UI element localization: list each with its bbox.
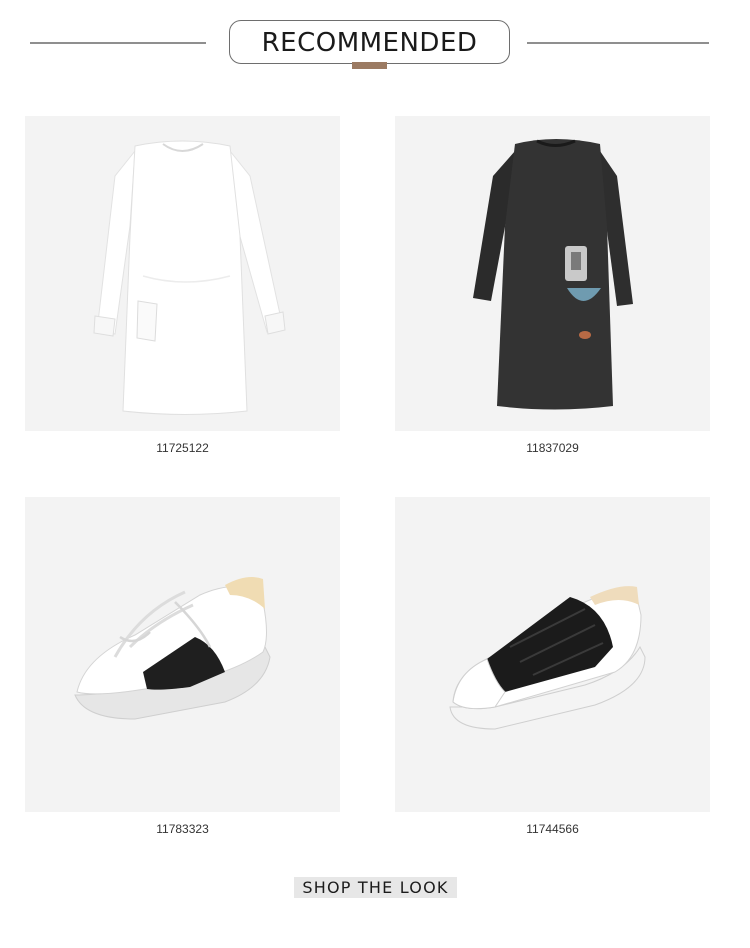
slip-on-sneaker-image bbox=[449, 586, 646, 730]
black-dress-image bbox=[473, 139, 633, 410]
product-card-4[interactable] bbox=[395, 497, 710, 812]
title-accent-bar bbox=[352, 62, 387, 69]
section-title: RECOMMENDED bbox=[261, 28, 478, 58]
product-card-2[interactable] bbox=[395, 116, 710, 431]
product-card-1[interactable] bbox=[25, 116, 340, 431]
section-title-box: RECOMMENDED bbox=[229, 20, 510, 64]
product-sku-1[interactable]: 11725122 bbox=[25, 441, 340, 455]
shop-the-look-button[interactable]: SHOP THE LOOK bbox=[294, 877, 457, 898]
product-card-3[interactable] bbox=[25, 497, 340, 812]
product-sku-3[interactable]: 11783323 bbox=[25, 822, 340, 836]
white-dress-image bbox=[93, 140, 286, 415]
product-sku-2[interactable]: 11837029 bbox=[395, 441, 710, 455]
header-divider-right bbox=[527, 42, 709, 44]
header-divider-left bbox=[30, 42, 206, 44]
product-sku-4[interactable]: 11744566 bbox=[395, 822, 710, 836]
lace-up-sneaker-image bbox=[74, 577, 271, 720]
